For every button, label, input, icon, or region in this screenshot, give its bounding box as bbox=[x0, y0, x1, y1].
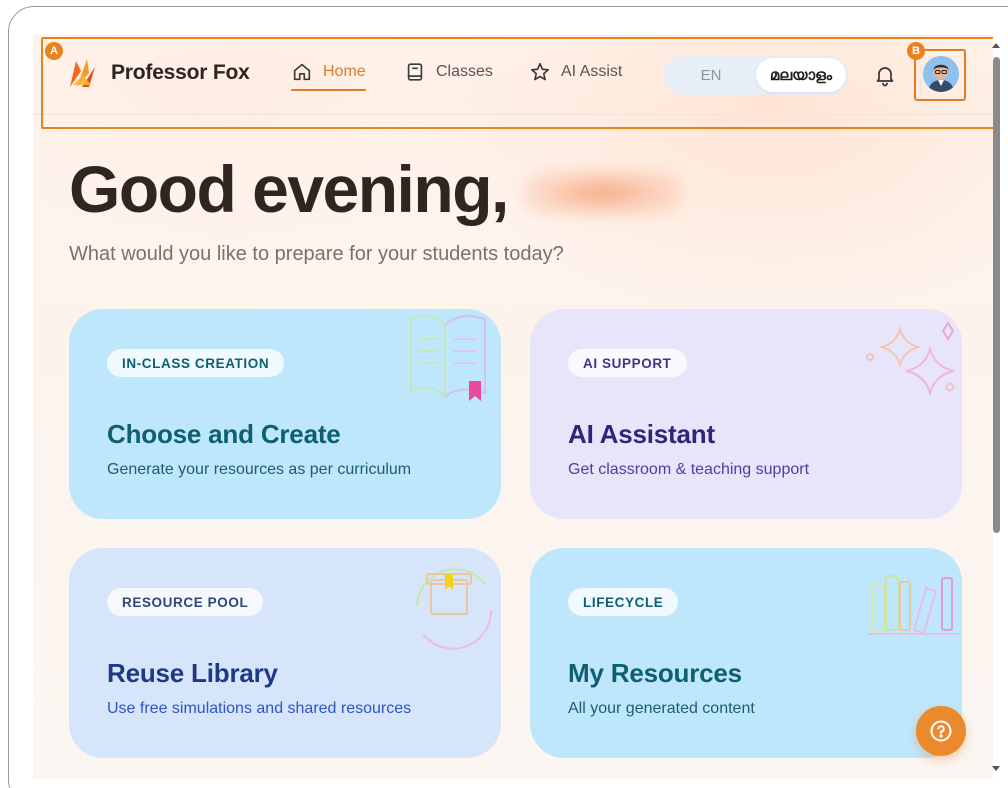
bell-icon[interactable] bbox=[873, 63, 897, 87]
language-option-malayalam[interactable]: മലയാളം bbox=[756, 58, 846, 92]
language-option-en[interactable]: EN bbox=[666, 67, 756, 84]
nav-home-label: Home bbox=[323, 63, 366, 80]
book-icon bbox=[407, 63, 423, 81]
scroll-up-arrow[interactable] bbox=[992, 43, 1000, 48]
star-icon bbox=[530, 62, 550, 81]
card-tag: RESOURCE POOL bbox=[107, 588, 264, 616]
brand-name: Professor Fox bbox=[111, 61, 250, 84]
brand-logo[interactable]: Professor Fox bbox=[67, 57, 250, 89]
greeting-subtitle: What would you like to prepare for your … bbox=[69, 243, 564, 265]
language-toggle: EN മലയാളം bbox=[663, 55, 849, 95]
card-description: Use free simulations and shared resource… bbox=[107, 700, 412, 717]
card-title: Choose and Create bbox=[107, 419, 341, 449]
nav-classes-label: Classes bbox=[436, 63, 493, 80]
card-title: My Resources bbox=[568, 658, 742, 688]
home-page: Professor Fox Home Classes AI Assist EN … bbox=[33, 35, 993, 779]
annotation-badge-b: B bbox=[907, 42, 925, 60]
home-icon bbox=[293, 63, 311, 81]
card-title: AI Assistant bbox=[568, 419, 715, 449]
annotation-badge-a: A bbox=[45, 42, 63, 60]
vertical-scrollbar[interactable] bbox=[991, 43, 1001, 779]
help-button[interactable] bbox=[916, 706, 966, 756]
help-icon bbox=[930, 720, 952, 742]
box-recycle-icon bbox=[416, 568, 493, 650]
card-tag: LIFECYCLE bbox=[568, 588, 679, 616]
fox-logo-icon bbox=[70, 59, 95, 87]
card-description: All your generated content bbox=[568, 700, 755, 717]
blurred-user-name bbox=[523, 169, 683, 217]
card-description: Get classroom & teaching support bbox=[568, 461, 810, 478]
scroll-down-arrow[interactable] bbox=[992, 766, 1000, 771]
card-tag: AI SUPPORT bbox=[568, 349, 687, 377]
user-avatar[interactable] bbox=[923, 56, 959, 92]
nav-home[interactable]: Home bbox=[291, 61, 366, 91]
open-book-icon bbox=[410, 315, 486, 401]
card-tag: IN-CLASS CREATION bbox=[107, 349, 285, 377]
greeting-heading: Good evening, bbox=[69, 152, 509, 226]
card-ai-assistant[interactable]: AI SUPPORT AI Assistant Get classroom & … bbox=[530, 309, 962, 519]
top-navbar: Professor Fox Home Classes AI Assist EN … bbox=[33, 35, 993, 115]
card-description: Generate your resources as per curriculu… bbox=[107, 461, 412, 478]
card-title: Reuse Library bbox=[107, 658, 278, 688]
card-choose-and-create[interactable]: IN-CLASS CREATION Choose and Create Gene… bbox=[69, 309, 501, 519]
nav-ai-label: AI Assist bbox=[561, 63, 623, 80]
browser-frame: Professor Fox Home Classes AI Assist EN … bbox=[8, 6, 1008, 788]
card-my-resources[interactable]: LIFECYCLE My Resources All your generate… bbox=[530, 548, 962, 758]
scrollbar-thumb[interactable] bbox=[993, 57, 1000, 533]
active-tab-underline bbox=[291, 89, 366, 91]
card-reuse-library[interactable]: RESOURCE POOL Reuse Library Use free sim… bbox=[69, 548, 501, 758]
sparkle-icon bbox=[866, 321, 955, 397]
bookshelf-icon bbox=[868, 575, 960, 635]
nav-classes[interactable]: Classes bbox=[404, 61, 493, 83]
nav-ai-assist[interactable]: AI Assist bbox=[529, 61, 622, 83]
